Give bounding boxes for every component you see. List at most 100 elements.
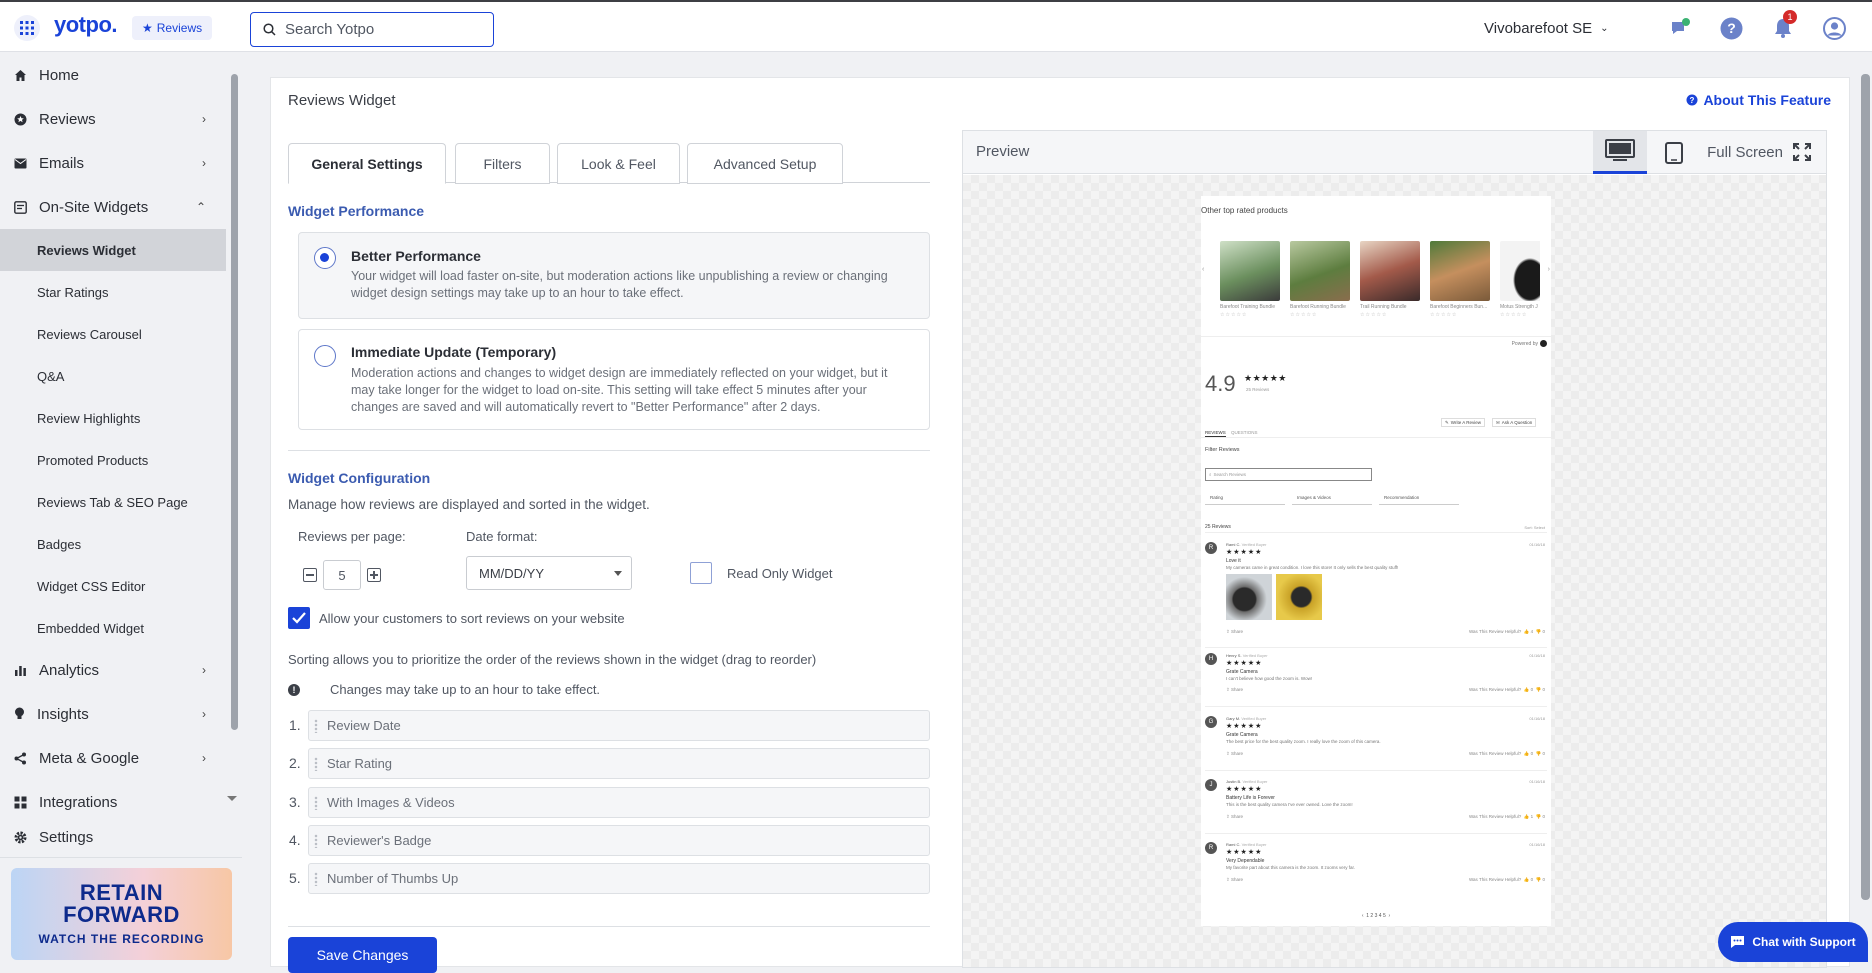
sidebar-subitem-promoted-products[interactable]: Promoted Products	[0, 439, 226, 481]
sidebar-item-meta-google[interactable]: Meta & Google ›	[0, 736, 226, 780]
sidebar-subitem-badges[interactable]: Badges	[0, 523, 226, 565]
share-link[interactable]: ⇪ Share	[1226, 687, 1243, 693]
community-icon[interactable]	[1668, 16, 1692, 40]
sidebar-subitem-embedded-widget[interactable]: Embedded Widget	[0, 607, 226, 649]
drag-handle-icon[interactable]	[314, 796, 318, 810]
date-format-select[interactable]: MM/DD/YY	[466, 556, 632, 590]
carousel-prev-icon[interactable]: ‹	[1202, 266, 1204, 273]
carousel-next-icon[interactable]: ›	[1548, 266, 1550, 273]
increment-button[interactable]	[367, 568, 381, 582]
yotpo-logo[interactable]: yotpo.	[54, 12, 118, 38]
decrement-button[interactable]	[303, 568, 317, 582]
immediate-update-radio[interactable]	[314, 345, 336, 367]
sidebar-subitem-widget-css-editor[interactable]: Widget CSS Editor	[0, 565, 226, 607]
share-link[interactable]: ⇪ Share	[1226, 751, 1243, 757]
main-scrollbar[interactable]	[1861, 74, 1870, 900]
help-icon[interactable]: ?	[1719, 16, 1743, 40]
share-link[interactable]: ⇪ Share	[1226, 629, 1243, 635]
drag-handle-icon[interactable]	[314, 757, 318, 771]
tab-reviews[interactable]: REVIEWS	[1205, 430, 1226, 437]
sidebar-item-emails[interactable]: Emails ›	[0, 141, 226, 185]
bell-icon[interactable]: 1	[1771, 10, 1797, 40]
product-card[interactable]: Barefoot Beginners Bun... ☆☆☆☆☆	[1430, 241, 1490, 318]
sort-row-star-rating[interactable]: Star Rating	[308, 748, 930, 779]
desktop-view-button[interactable]	[1593, 131, 1647, 174]
about-feature-link[interactable]: ? About This Feature	[1686, 92, 1831, 108]
product-card[interactable]: Motus Strength J ☆☆☆☆☆	[1500, 241, 1540, 318]
thumbs-down-count[interactable]: 0	[1542, 877, 1545, 882]
sidebar-item-analytics[interactable]: Analytics ›	[0, 648, 226, 692]
sort-row-review-date[interactable]: Review Date	[308, 710, 930, 741]
divider	[1205, 706, 1547, 707]
reviews-app-pill[interactable]: ★ Reviews	[132, 16, 213, 40]
tab-look-feel[interactable]: Look & Feel	[557, 143, 680, 184]
retain-forward-promo-banner[interactable]: RETAIN FORWARD WATCH THE RECORDING	[11, 868, 232, 960]
search-input[interactable]: Search Yotpo	[250, 12, 494, 47]
sidebar-subitem-review-highlights[interactable]: Review Highlights	[0, 397, 226, 439]
filter-rating-select[interactable]: Rating	[1205, 495, 1285, 505]
review-image[interactable]	[1226, 574, 1272, 620]
verified-badge: Verified Buyer	[1241, 716, 1267, 721]
share-link[interactable]: ⇪ Share	[1226, 877, 1243, 883]
sidebar-subitem-star-ratings[interactable]: Star Ratings	[0, 271, 226, 313]
prev-page-icon[interactable]: ‹	[1362, 913, 1364, 919]
drag-handle-icon[interactable]	[314, 719, 318, 733]
write-review-button[interactable]: ✎ Write A Review	[1441, 418, 1485, 427]
sidebar-subitem-reviews-tab-seo[interactable]: Reviews Tab & SEO Page	[0, 481, 226, 523]
thumbs-down-count[interactable]: 0	[1542, 687, 1545, 692]
sort-row-reviewers-badge[interactable]: Reviewer's Badge	[308, 825, 930, 856]
product-card[interactable]: Barefoot Running Bundle ☆☆☆☆☆	[1290, 241, 1350, 318]
review-image[interactable]	[1276, 574, 1322, 620]
thumbs-down-count[interactable]: 0	[1542, 629, 1545, 634]
better-performance-option[interactable]: Better Performance Your widget will load…	[298, 232, 930, 319]
better-performance-radio[interactable]	[314, 247, 336, 269]
app-grid-icon[interactable]	[14, 15, 40, 41]
filter-media-select[interactable]: Images & Videos	[1292, 495, 1372, 505]
chat-support-button[interactable]: Chat with Support	[1718, 922, 1868, 962]
ask-question-button[interactable]: ✉ Ask A Question	[1492, 418, 1537, 427]
page-numbers[interactable]: 1 2 3 4 5	[1366, 913, 1385, 919]
full-screen-button[interactable]: Full Screen	[1707, 143, 1811, 161]
sidebar-subitem-reviews-carousel[interactable]: Reviews Carousel	[0, 313, 226, 355]
tab-advanced-setup[interactable]: Advanced Setup	[687, 143, 843, 184]
read-only-checkbox[interactable]	[690, 562, 712, 584]
store-selector[interactable]: Vivobarefoot SE ⌄	[1484, 20, 1609, 37]
sort-row-images-videos[interactable]: With Images & Videos	[308, 787, 930, 818]
next-page-icon[interactable]: ›	[1389, 913, 1391, 919]
product-card[interactable]: Trail Running Bundle ☆☆☆☆☆	[1360, 241, 1420, 318]
scroll-down-arrow-icon[interactable]	[227, 796, 237, 801]
sidebar-subitem-reviews-widget[interactable]: Reviews Widget	[0, 229, 226, 271]
tab-filters[interactable]: Filters	[455, 143, 550, 184]
thumbs-up-count[interactable]: 4	[1531, 629, 1534, 634]
drag-handle-icon[interactable]	[314, 872, 318, 886]
allow-sort-checkbox[interactable]	[288, 607, 310, 629]
tab-general-settings[interactable]: General Settings	[288, 143, 446, 184]
reviews-per-page-input[interactable]: 5	[323, 560, 361, 590]
sort-select[interactable]: Sort: Select	[1524, 525, 1545, 530]
drag-handle-icon[interactable]	[314, 834, 318, 848]
sidebar-item-settings[interactable]: Settings	[0, 815, 226, 859]
share-link[interactable]: ⇪ Share	[1226, 814, 1243, 820]
thumbs-down-count[interactable]: 0	[1542, 751, 1545, 756]
sidebar-item-insights[interactable]: Insights ›	[0, 692, 226, 736]
sidebar-item-home[interactable]: Home	[0, 53, 226, 97]
thumbs-down-count[interactable]: 0	[1542, 814, 1545, 819]
sidebar-subitem-qa[interactable]: Q&A	[0, 355, 226, 397]
thumbs-up-count[interactable]: 0	[1531, 751, 1534, 756]
sidebar-item-on-site-widgets[interactable]: On-Site Widgets ⌃	[0, 185, 226, 229]
mobile-view-button[interactable]	[1647, 131, 1701, 174]
thumbs-up-count[interactable]: 0	[1531, 877, 1534, 882]
product-card[interactable]: Barefoot Training Bundle ☆☆☆☆☆	[1220, 241, 1280, 318]
reviews-search-input[interactable]: ⌕ Search Reviews	[1205, 468, 1372, 481]
pagination[interactable]: ‹ 1 2 3 4 5 ›	[1201, 913, 1551, 919]
save-changes-button[interactable]: Save Changes	[288, 937, 437, 973]
tab-questions[interactable]: QUESTIONS	[1231, 430, 1258, 435]
filter-recommendation-select[interactable]: Recommendation	[1379, 495, 1459, 505]
thumbs-up-count[interactable]: 1	[1531, 814, 1534, 819]
sort-row-thumbs-up[interactable]: Number of Thumbs Up	[308, 863, 930, 894]
immediate-update-option[interactable]: Immediate Update (Temporary) Moderation …	[298, 329, 930, 430]
sidebar-item-reviews[interactable]: Reviews ›	[0, 97, 226, 141]
sidebar-scrollbar[interactable]	[231, 74, 238, 730]
thumbs-up-count[interactable]: 0	[1531, 687, 1534, 692]
user-avatar-icon[interactable]	[1822, 16, 1846, 40]
